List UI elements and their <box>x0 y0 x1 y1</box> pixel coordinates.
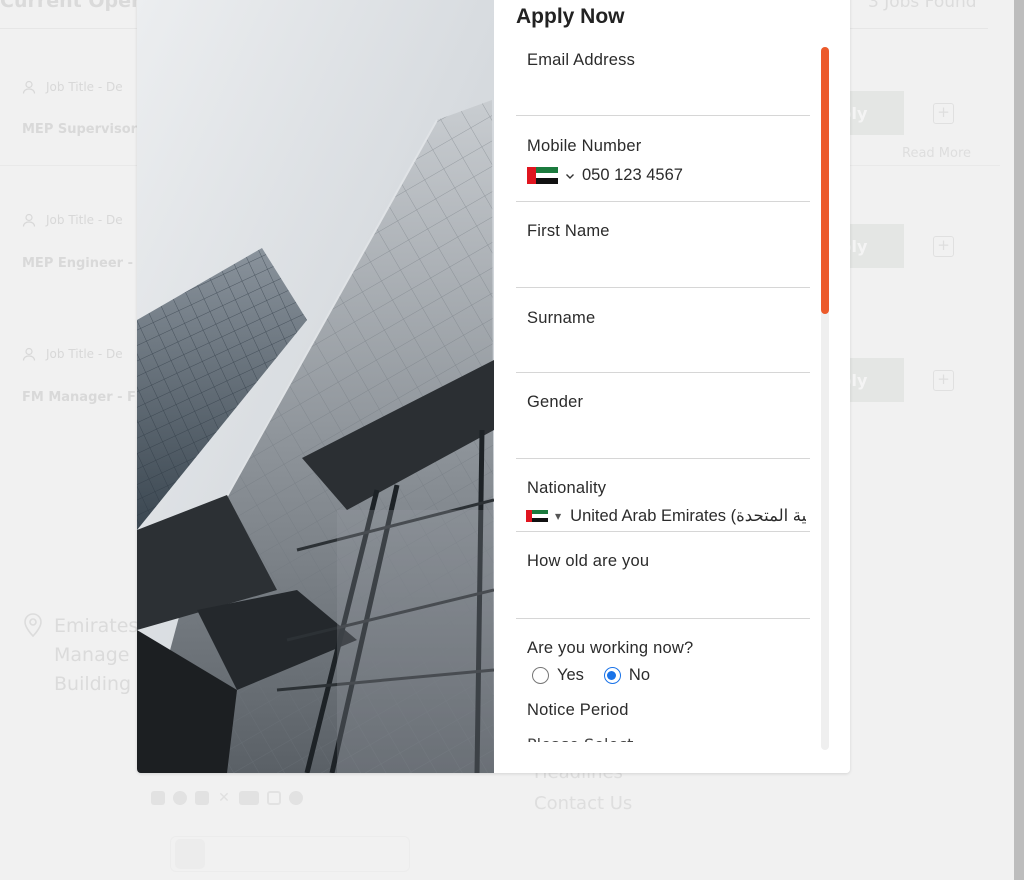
job-meta-label: Job Title - De <box>46 347 123 361</box>
nationality-select[interactable]: ▼ United Arab Emirates (الإمارات العربية… <box>516 506 810 526</box>
plus-square-icon[interactable]: + <box>933 370 954 391</box>
building-image <box>137 0 494 773</box>
plus-square-icon[interactable]: + <box>933 103 954 124</box>
address-block: Emirates Manage Building <box>22 612 138 699</box>
tiktok-icon[interactable] <box>151 791 165 805</box>
gender-input[interactable] <box>516 412 810 442</box>
radio-yes[interactable] <box>532 667 549 684</box>
address-line: Emirates <box>54 615 139 637</box>
page-scrollbar[interactable] <box>1014 0 1024 880</box>
job-meta: Job Title - De <box>22 213 123 227</box>
youtube-icon[interactable] <box>239 791 259 805</box>
form-scrollbar-thumb[interactable] <box>821 47 829 315</box>
user-icon <box>22 80 36 94</box>
form-scrollbar[interactable] <box>821 47 829 750</box>
notice-period-field: Notice Period Please Select <box>516 701 810 742</box>
mobile-label: Mobile Number <box>527 137 642 155</box>
nationality-field: Nationality ▼ United Arab Emirates (الإم… <box>516 459 810 532</box>
nationality-value: United Arab Emirates (الإمارات العربية ا… <box>570 507 807 525</box>
job-title[interactable]: MEP Supervisor <box>22 122 137 137</box>
gender-field: Gender <box>516 373 810 459</box>
email-input[interactable] <box>516 70 810 100</box>
notice-period-label: Notice Period <box>527 701 629 719</box>
location-pin-icon <box>24 613 42 638</box>
application-form: Apply Now Email Address Mobile Number 05… <box>494 0 850 773</box>
surname-input[interactable] <box>516 328 810 358</box>
address-line: Building <box>54 673 132 695</box>
whatsapp-icon[interactable] <box>289 791 303 805</box>
first-name-input[interactable] <box>516 241 810 271</box>
instagram-icon[interactable] <box>267 791 281 805</box>
working-now-field: Are you working now? Yes No <box>516 619 810 701</box>
apply-modal: Apply Now Email Address Mobile Number 05… <box>137 0 850 773</box>
form-scroll-area: Email Address Mobile Number First Name <box>516 45 810 758</box>
mobile-field: Mobile Number <box>516 116 810 202</box>
radio-no-label[interactable]: No <box>629 666 650 685</box>
uae-flag-icon <box>526 510 548 522</box>
plus-square-icon[interactable]: + <box>933 236 954 257</box>
country-code-select[interactable] <box>527 167 575 184</box>
linkedin-icon[interactable] <box>195 791 209 805</box>
email-field: Email Address <box>516 45 810 116</box>
gender-label: Gender <box>527 393 584 411</box>
job-meta: Job Title - De <box>22 80 123 94</box>
age-input[interactable] <box>516 571 810 601</box>
age-label: How old are you <box>527 552 650 570</box>
job-meta-label: Job Title - De <box>46 213 123 227</box>
read-more-link[interactable]: Read More <box>902 146 971 161</box>
social-links: ✕ <box>151 791 303 805</box>
section-title: Current Openi <box>0 0 151 12</box>
user-icon <box>22 347 36 361</box>
nationality-label: Nationality <box>527 479 607 497</box>
modal-title: Apply Now <box>516 5 625 28</box>
working-now-label: Are you working now? <box>527 639 694 657</box>
surname-label: Surname <box>527 309 596 327</box>
chevron-down-icon <box>566 173 574 179</box>
notice-period-select[interactable]: Please Select <box>516 732 810 742</box>
first-name-label: First Name <box>527 222 610 240</box>
job-title[interactable]: MEP Engineer - <box>22 256 133 271</box>
facebook-icon[interactable] <box>173 791 187 805</box>
uae-flag-icon <box>527 167 558 184</box>
mobile-input[interactable] <box>582 166 782 185</box>
radio-no[interactable] <box>603 667 621 684</box>
radio-yes-label[interactable]: Yes <box>557 666 584 685</box>
age-field: How old are you <box>516 532 810 619</box>
caret-down-icon: ▼ <box>555 511 562 521</box>
job-title[interactable]: FM Manager - F <box>22 390 136 405</box>
footer-link-contact-us[interactable]: Contact Us <box>534 793 632 814</box>
jobs-found-count: 3 Jobs Found <box>868 0 977 12</box>
job-meta-label: Job Title - De <box>46 80 123 94</box>
job-meta: Job Title - De <box>22 347 123 361</box>
skyscraper-photo <box>137 0 494 773</box>
email-label: Email Address <box>527 51 636 69</box>
user-icon <box>22 213 36 227</box>
card-thumbnail <box>175 839 205 869</box>
x-icon[interactable]: ✕ <box>217 791 231 805</box>
address-line: Manage <box>54 644 130 666</box>
footer-card <box>170 836 410 872</box>
surname-field: Surname <box>516 288 810 373</box>
first-name-field: First Name <box>516 202 810 288</box>
